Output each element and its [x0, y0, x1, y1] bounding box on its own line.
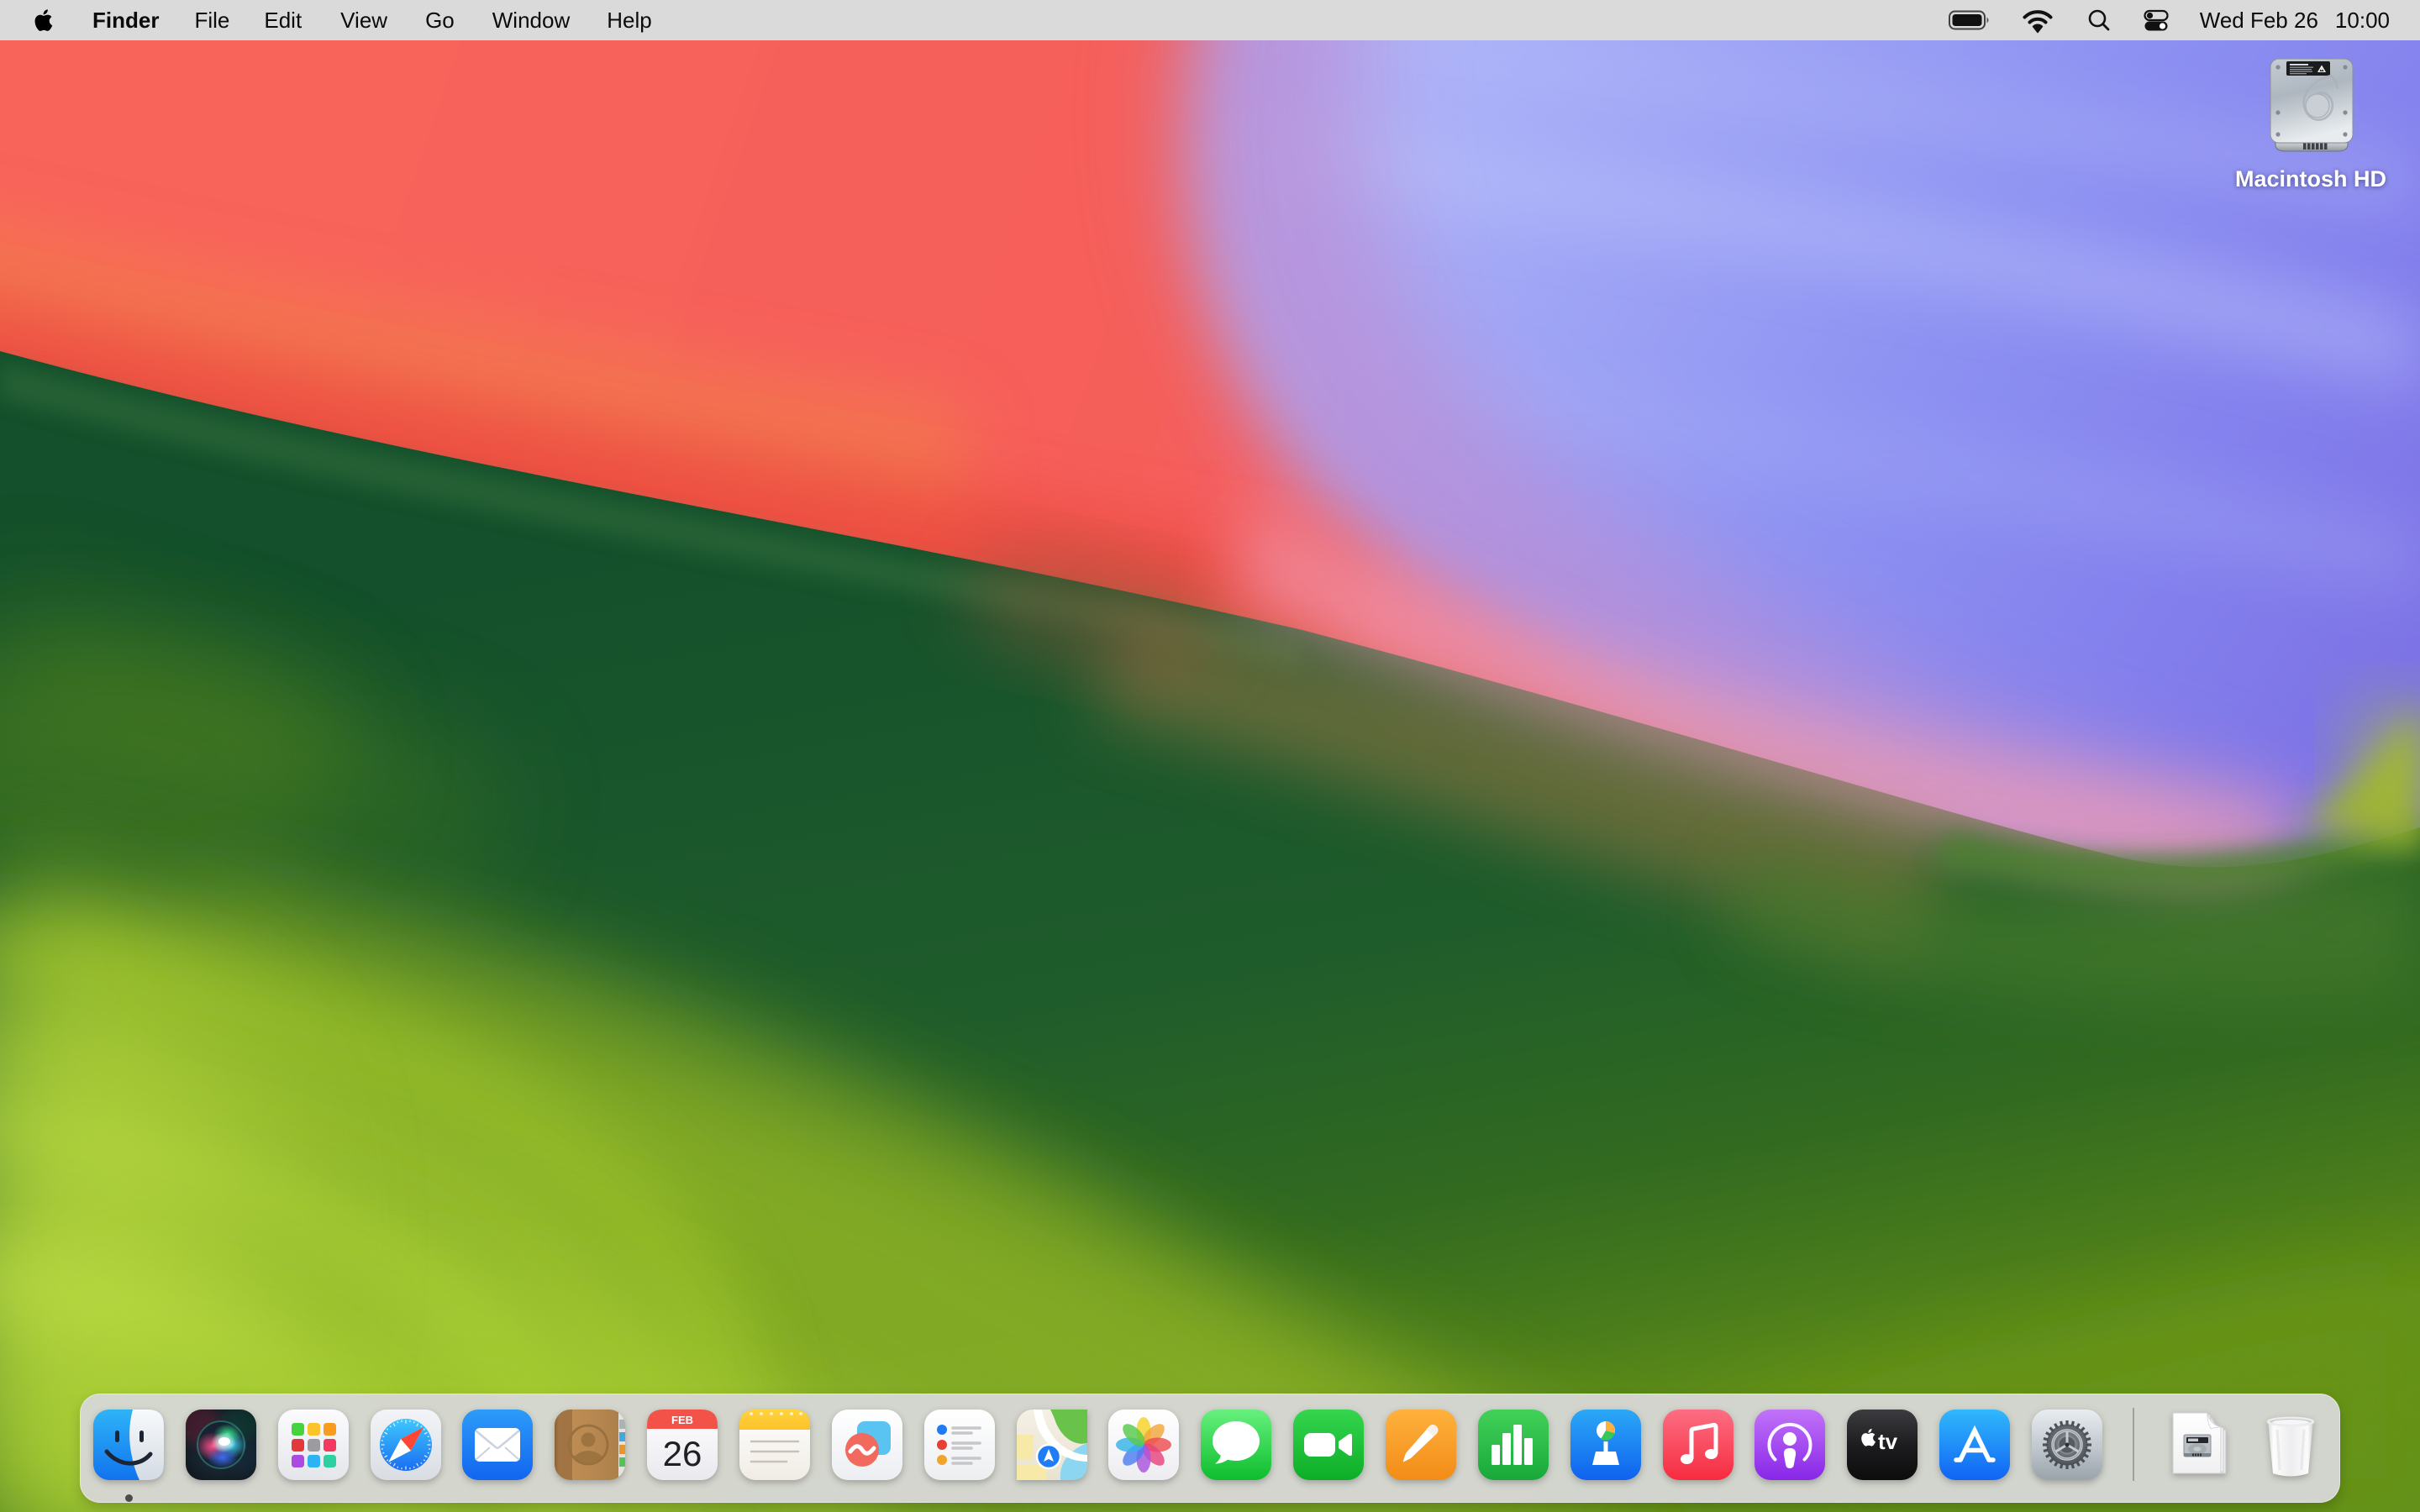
svg-text:tv: tv: [1878, 1429, 1898, 1454]
svg-text:26: 26: [663, 1434, 702, 1473]
svg-text:FEB: FEB: [671, 1414, 693, 1426]
